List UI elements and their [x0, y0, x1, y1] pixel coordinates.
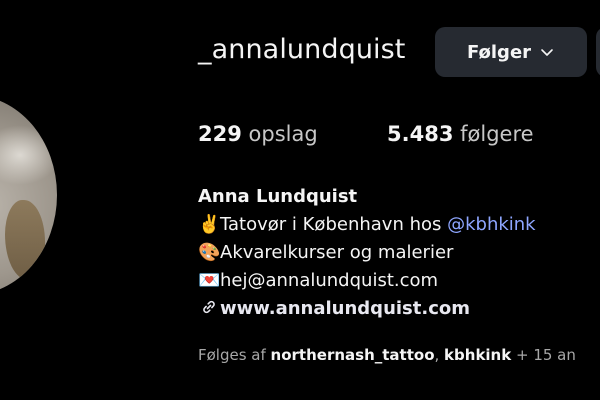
profile-page: _annalundquist Følger 229 opslag 5.483 f…	[0, 0, 600, 400]
bio-line: 💌hej@annalundquist.com	[198, 267, 536, 295]
website-link[interactable]: www.annalundquist.com	[220, 298, 470, 319]
chevron-down-icon	[541, 49, 553, 56]
palette-icon: 🎨	[198, 242, 221, 263]
mention-link[interactable]: @kbhkink	[447, 214, 536, 235]
followed-by-separator: ,	[434, 346, 445, 364]
followers-count-label: følgere	[460, 122, 534, 146]
followed-by-suffix: + 15 an	[511, 346, 576, 364]
username: _annalundquist	[198, 34, 406, 65]
posts-count[interactable]: 229 opslag	[198, 122, 318, 146]
followers-count-value: 5.483	[387, 122, 454, 146]
followed-by-account[interactable]: kbhkink	[444, 346, 511, 364]
following-button-label: Følger	[466, 41, 532, 63]
bio-line: 🎨Akvarelkurser og malerier	[198, 239, 536, 267]
display-name: Anna Lundquist	[198, 186, 358, 207]
profile-bio: Anna Lundquist ✌️Tatovør i København hos…	[198, 183, 536, 323]
followed-by-prefix: Følges af	[198, 346, 271, 364]
bio-text: Tatovør i København hos	[220, 214, 448, 235]
bio-text: Akvarelkurser og malerier	[220, 242, 454, 263]
followers-count[interactable]: 5.483 følgere	[387, 122, 534, 146]
avatar-image-detail	[0, 125, 57, 185]
posts-count-label: opslag	[248, 122, 318, 146]
bio-email: hej@annalundquist.com	[220, 270, 439, 291]
followed-by-account[interactable]: northernash_tattoo	[271, 346, 435, 364]
following-button[interactable]: Følger	[435, 27, 587, 77]
avatar[interactable]	[0, 95, 57, 295]
avatar-image-detail	[5, 200, 45, 280]
victory-hand-icon: ✌️	[198, 214, 221, 235]
website-row[interactable]: www.annalundquist.com	[198, 295, 536, 323]
bio-line: ✌️Tatovør i København hos @kbhkink	[198, 211, 536, 239]
followed-by[interactable]: Følges af northernash_tattoo, kbhkink + …	[198, 346, 576, 364]
link-icon	[203, 300, 215, 314]
message-button[interactable]	[596, 27, 600, 77]
posts-count-value: 229	[198, 122, 242, 146]
love-letter-icon: 💌	[198, 270, 221, 291]
